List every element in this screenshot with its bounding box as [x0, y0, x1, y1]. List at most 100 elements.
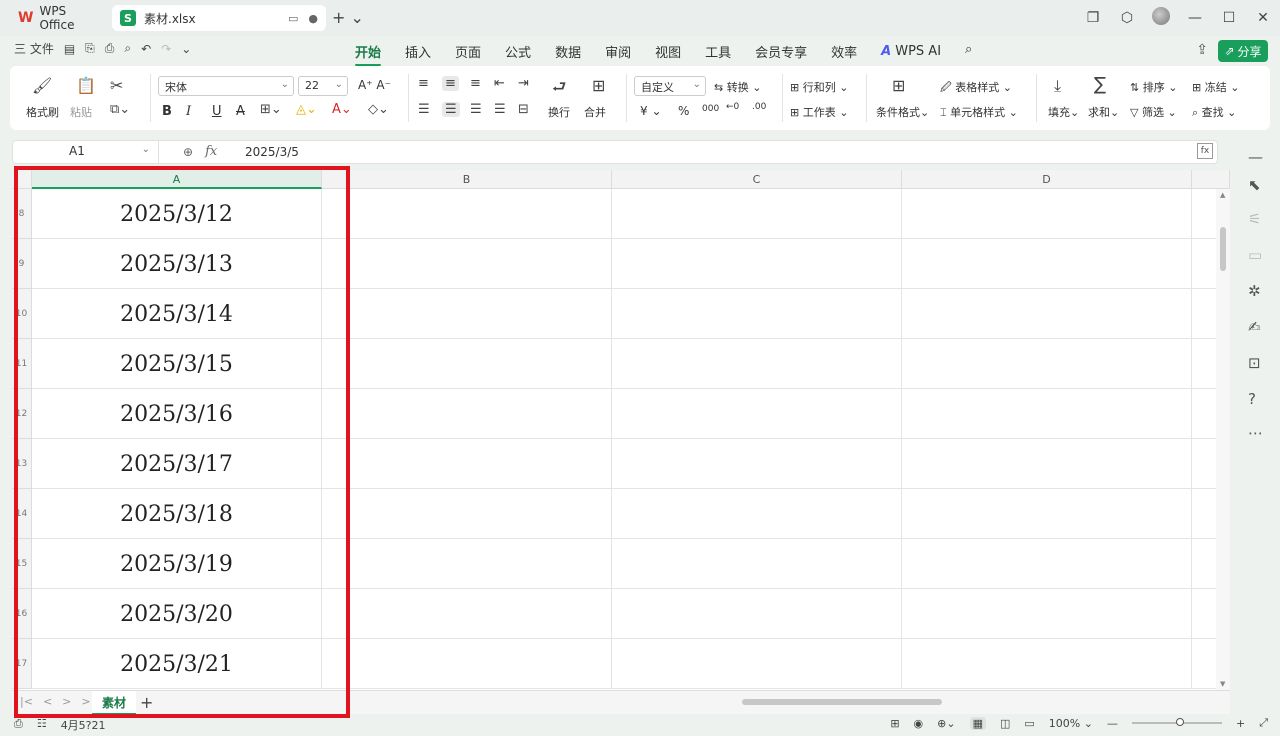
tab-efficiency[interactable]: 效率 — [819, 42, 869, 61]
collapse-panel-icon[interactable]: — — [1248, 148, 1263, 166]
function-wizard-icon[interactable]: fx — [1197, 143, 1213, 159]
cell-empty[interactable] — [612, 439, 902, 489]
row-header[interactable]: 10 — [12, 289, 32, 339]
font-name-select[interactable]: 宋体 ⌄ — [158, 76, 294, 96]
cell-a[interactable]: 2025/3/20 — [32, 589, 322, 639]
cut-icon[interactable]: ✂ — [110, 76, 123, 95]
zoom-in-button[interactable]: + — [1236, 717, 1245, 730]
decimal-increase-button[interactable]: ←0 — [726, 102, 739, 112]
convert-button[interactable]: ⇆ 转换 ⌄ — [714, 79, 761, 95]
tab-wps-office[interactable]: W WPS Office — [10, 4, 108, 32]
worksheet-button[interactable]: ⊞ 工作表 ⌄ — [790, 104, 848, 120]
help-icon[interactable]: ? — [1248, 390, 1256, 408]
fill-icon[interactable]: ⤓ — [1054, 76, 1061, 96]
cell-empty[interactable] — [902, 589, 1192, 639]
cell-empty[interactable] — [902, 439, 1192, 489]
cell-empty[interactable] — [612, 289, 902, 339]
bold-button[interactable]: B — [162, 104, 172, 119]
align-top-icon[interactable]: ≡ — [418, 76, 429, 91]
tab-view[interactable]: 视图 — [643, 42, 693, 61]
select-pointer-icon[interactable]: ⬉ — [1248, 176, 1261, 194]
cell-style-button[interactable]: ⌶ 单元格样式 ⌄ — [940, 104, 1018, 120]
undo-icon[interactable]: ↶ — [141, 42, 151, 56]
sum-button[interactable]: 求和⌄ — [1088, 104, 1119, 120]
row-header[interactable]: 14 — [12, 489, 32, 539]
currency-button[interactable]: ¥ ⌄ — [640, 104, 662, 118]
avatar[interactable] — [1144, 7, 1178, 29]
formula-input[interactable]: 2025/3/5 — [245, 145, 299, 159]
sum-icon[interactable]: ∑ — [1094, 74, 1106, 95]
tab-home[interactable]: 开始 — [343, 42, 393, 66]
redo-icon[interactable]: ↷ — [161, 42, 171, 56]
cell-empty[interactable] — [612, 589, 902, 639]
window-layout-icon[interactable]: ❐ — [1076, 10, 1110, 26]
column-header-b[interactable]: B — [322, 170, 612, 189]
merge-icon[interactable]: ⊞ — [592, 76, 605, 95]
cell-a[interactable]: 2025/3/13 — [32, 239, 322, 289]
cell-empty[interactable] — [322, 389, 612, 439]
column-header-c[interactable]: C — [612, 170, 902, 189]
cell-empty[interactable] — [612, 239, 902, 289]
cell-empty[interactable] — [612, 189, 902, 239]
row-header[interactable]: 12 — [12, 389, 32, 439]
cell-empty[interactable] — [902, 239, 1192, 289]
percent-button[interactable]: % — [678, 104, 689, 118]
sheet-next-icon[interactable]: > — [62, 695, 71, 708]
number-format-select[interactable]: 自定义 ⌄ — [634, 76, 706, 96]
tab-formula[interactable]: 公式 — [493, 42, 543, 61]
format-painter-button[interactable]: 格式刷 — [26, 104, 59, 120]
add-sheet-button[interactable]: + — [140, 693, 153, 712]
cell-empty[interactable] — [612, 339, 902, 389]
monitor-icon[interactable]: ▭ — [288, 12, 298, 25]
cell-a[interactable]: 2025/3/12 — [32, 189, 322, 239]
cell-empty[interactable] — [322, 239, 612, 289]
status-info-icon[interactable]: ☷ — [37, 717, 47, 733]
horizontal-scroll-thumb[interactable] — [742, 699, 942, 705]
row-header[interactable]: 8 — [12, 189, 32, 239]
align-left-icon[interactable]: ☰ — [418, 102, 430, 117]
cell-a[interactable]: 2025/3/21 — [32, 639, 322, 689]
page-break-view-icon[interactable]: ▭ — [1024, 717, 1034, 730]
normal-view-icon[interactable]: ▦ — [969, 716, 986, 730]
cell-empty[interactable] — [322, 439, 612, 489]
book-icon[interactable]: ⊡ — [1248, 354, 1261, 372]
italic-button[interactable]: I — [186, 104, 191, 119]
align-middle-icon[interactable]: ≡ — [442, 76, 459, 91]
row-header[interactable]: 11 — [12, 339, 32, 389]
sheet-prev-icon[interactable]: < — [43, 695, 52, 708]
save-icon[interactable]: ▤ — [64, 42, 75, 56]
cell-empty[interactable] — [612, 389, 902, 439]
cell-empty[interactable] — [902, 639, 1192, 689]
row-header[interactable]: 15 — [12, 539, 32, 589]
tab-member[interactable]: 会员专享 — [743, 42, 819, 61]
row-header[interactable]: 17 — [12, 639, 32, 689]
share-button[interactable]: ⇗ 分享 — [1218, 40, 1268, 62]
zoom-level[interactable]: 100% ⌄ — [1049, 717, 1093, 730]
cube-icon[interactable]: ⬡ — [1110, 10, 1144, 26]
cell-empty[interactable] — [322, 489, 612, 539]
cell-a[interactable]: 2025/3/16 — [32, 389, 322, 439]
page-layout-view-icon[interactable]: ◫ — [1000, 717, 1010, 730]
tab-data[interactable]: 数据 — [543, 42, 593, 61]
cell-empty[interactable] — [902, 289, 1192, 339]
print-icon[interactable]: ⎙ — [105, 41, 115, 56]
cell-empty[interactable] — [322, 639, 612, 689]
conditional-format-icon[interactable]: ⊞ — [892, 76, 905, 95]
tab-review[interactable]: 审阅 — [593, 42, 643, 61]
cell-empty[interactable] — [322, 589, 612, 639]
cell-empty[interactable] — [322, 339, 612, 389]
adjust-icon[interactable]: ⚟ — [1248, 210, 1261, 228]
align-center-icon[interactable]: ☰ — [442, 102, 460, 117]
row-header[interactable]: 16 — [12, 589, 32, 639]
cell-empty[interactable] — [902, 389, 1192, 439]
copy-icon[interactable]: ⧉⌄ — [110, 102, 130, 117]
select-all-corner[interactable] — [12, 170, 32, 189]
cell-empty[interactable] — [612, 639, 902, 689]
cell-empty[interactable] — [902, 539, 1192, 589]
cell-empty[interactable] — [322, 289, 612, 339]
wrap-text-button[interactable]: 换行 — [548, 104, 570, 120]
conditional-format-button[interactable]: 条件格式⌄ — [876, 104, 929, 120]
indent-increase-icon[interactable]: ⇥ — [518, 76, 529, 91]
tab-file[interactable]: S 素材.xlsx ▭ ● — [112, 5, 326, 31]
export-icon[interactable]: ⎘ — [85, 41, 95, 56]
